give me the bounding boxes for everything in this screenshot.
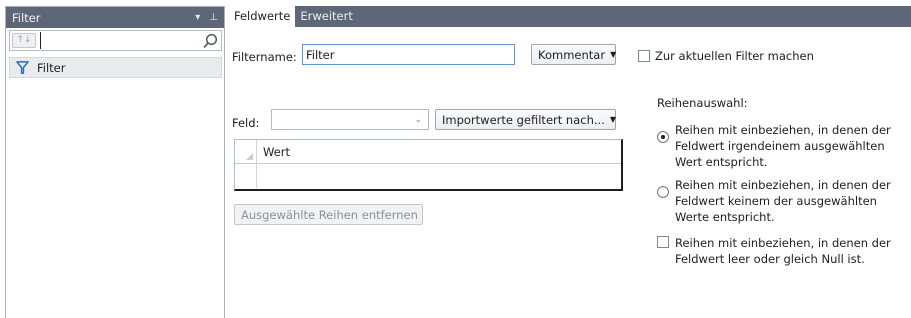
filtername-label: Filtername: [232,50,297,64]
values-grid: Wert [234,139,623,191]
filter-pane: Filter ▾ ⊥ ↑↓ Filter [5,6,225,318]
current-filter-label: Zur aktuellen Filter machen [655,49,814,63]
remove-selected-rows-button[interactable]: Ausgewählte Reihen entfernen [234,204,423,225]
filter-search-row: ↑↓ [9,30,222,51]
filtername-input[interactable] [302,44,515,65]
column-header-wert[interactable]: Wert [257,140,290,163]
table-row[interactable] [235,164,621,188]
feld-combobox[interactable]: ⌄ [271,109,429,130]
tab-erweitert[interactable]: Erweitert [295,6,358,27]
filter-pane-header: Filter ▾ ⊥ [6,7,224,28]
dropdown-arrow-icon[interactable]: ▾ [195,12,200,23]
current-filter-checkbox[interactable] [638,50,650,62]
option-none-radio[interactable] [657,186,669,198]
row-header[interactable] [235,164,257,188]
filter-list-item-label: Filter [37,60,66,75]
sort-button[interactable]: ↑↓ [12,33,36,48]
include-empty-checkbox[interactable] [657,236,669,248]
chevron-down-icon: ⌄ [414,114,422,125]
current-filter-option[interactable]: Zur aktuellen Filter machen [638,49,814,63]
option-any-radio[interactable] [657,131,669,143]
option-none-label: Reihen mit einbeziehen, in denen der Fel… [675,178,891,224]
values-grid-header: Wert [235,140,621,164]
kommentar-button[interactable]: Kommentar ▼ [531,44,616,65]
tab-strip: Feldwerte Erweitert [229,6,911,27]
search-icon[interactable] [202,33,218,49]
table-cell[interactable] [257,164,621,188]
include-empty-label: Reihen mit einbeziehen, in denen der Fel… [675,236,891,266]
chevron-down-icon: ▼ [609,115,616,124]
tab-feldwerte[interactable]: Feldwerte [229,6,296,27]
pin-icon[interactable]: ⊥ [209,12,218,23]
filter-editor: Feldwerte Erweitert Filtername: Kommenta… [229,6,911,318]
chevron-down-icon: ▼ [610,50,617,59]
feld-label: Feld: [232,116,260,130]
filter-list-item[interactable]: Filter [9,57,222,78]
option-any-label: Reihen mit einbeziehen, in denen der Fel… [675,123,891,169]
select-all-corner[interactable] [235,140,257,163]
include-empty-row[interactable]: Reihen mit einbeziehen, in denen der Fel… [657,235,899,267]
remove-selected-rows-label: Ausgewählte Reihen entfernen [241,207,418,222]
option-none-row[interactable]: Reihen mit einbeziehen, in denen der Fel… [657,177,899,225]
option-any-row[interactable]: Reihen mit einbeziehen, in denen der Fel… [657,122,899,170]
row-selection-heading: Reihenauswahl: [657,96,748,110]
filter-search-input[interactable] [40,32,202,49]
kommentar-label: Kommentar [538,47,606,62]
filter-pane-title: Filter [12,10,41,25]
import-values-button[interactable]: Importwerte gefiltert nach... ▼ [435,109,616,130]
import-values-label: Importwerte gefiltert nach... [442,112,605,127]
funnel-icon [16,61,29,74]
